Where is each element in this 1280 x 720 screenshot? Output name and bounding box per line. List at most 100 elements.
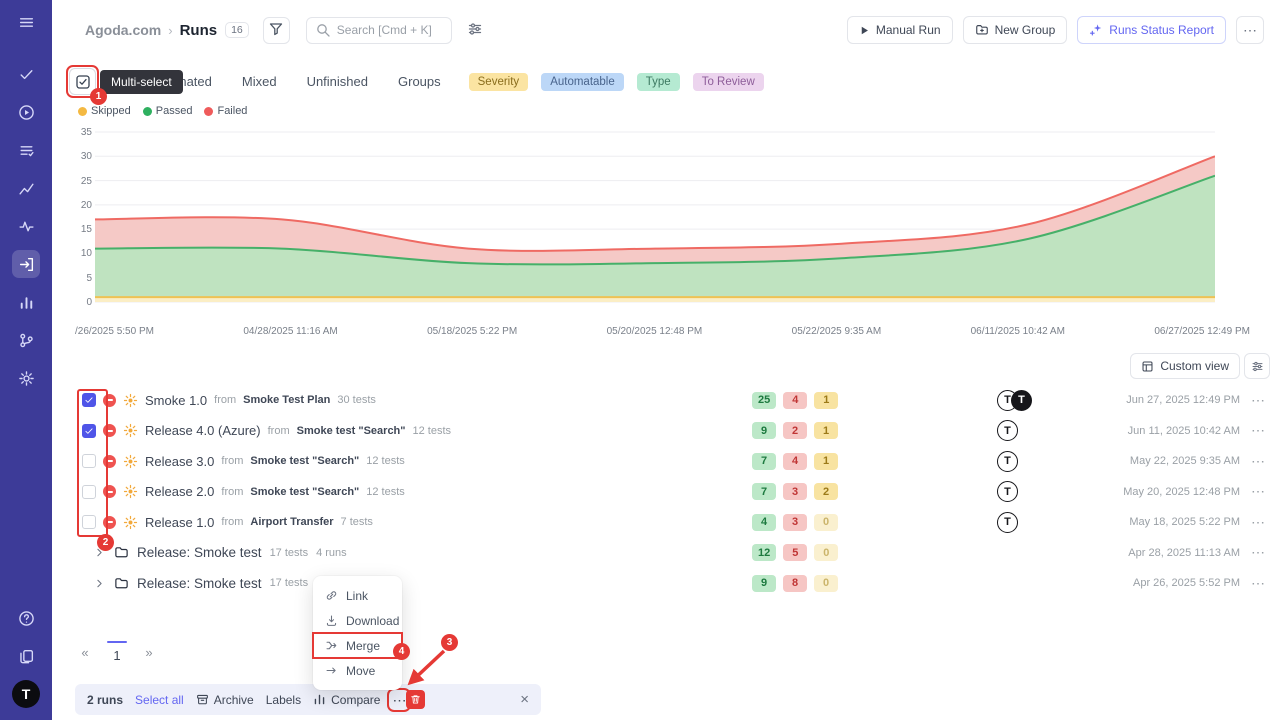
run-title[interactable]: Release 4.0 (Azure) xyxy=(145,423,261,438)
run-title[interactable]: Release 2.0 xyxy=(145,484,214,499)
pill-severity[interactable]: Severity xyxy=(469,73,529,91)
menu-item-merge[interactable]: Merge xyxy=(313,633,402,658)
failed-badge: 3 xyxy=(783,514,807,531)
archive-icon xyxy=(196,693,209,706)
sidebar-pages-icon[interactable] xyxy=(12,642,40,670)
search-box[interactable] xyxy=(306,17,452,44)
runs-status-report-button[interactable]: Runs Status Report xyxy=(1077,16,1226,44)
y-tick-label: 10 xyxy=(72,248,92,259)
run-row[interactable]: Release 3.0 from Smoke test "Search" 12 … xyxy=(75,446,1265,477)
passed-badge: 9 xyxy=(752,422,776,439)
chart-x-axis: /26/2025 5:50 PM04/28/2025 11:16 AM05/18… xyxy=(75,326,1250,337)
avatar[interactable]: T xyxy=(997,420,1018,441)
plan-name[interactable]: Smoke test "Search" xyxy=(250,455,359,467)
row-more-button[interactable]: ⋯ xyxy=(1251,514,1265,531)
sidebar-bar-chart-icon[interactable] xyxy=(12,288,40,316)
run-row[interactable]: Smoke 1.0 from Smoke Test Plan 30 tests … xyxy=(75,385,1265,416)
avatar[interactable]: T xyxy=(997,451,1018,472)
sidebar-import-icon[interactable] xyxy=(12,250,40,278)
pagination-page-1[interactable]: 1 xyxy=(105,641,129,663)
run-row[interactable]: Release 2.0 from Smoke test "Search" 12 … xyxy=(75,477,1265,508)
group-row[interactable]: Release: Smoke test 17 tests 4 runs 12 5… xyxy=(75,538,1265,569)
row-more-button[interactable]: ⋯ xyxy=(1251,453,1265,470)
menu-item-download[interactable]: Download xyxy=(313,608,402,633)
multi-select-tooltip: Multi-select xyxy=(100,70,183,94)
run-title[interactable]: Release 3.0 xyxy=(145,454,214,469)
sidebar-pulse-icon[interactable] xyxy=(12,212,40,240)
search-icon xyxy=(315,22,331,38)
row-more-button[interactable]: ⋯ xyxy=(1251,483,1265,500)
group-title[interactable]: Release: Smoke test xyxy=(137,576,262,591)
run-checkbox[interactable] xyxy=(82,424,96,438)
legend-passed[interactable]: Passed xyxy=(143,105,193,117)
pagination-next[interactable]: » xyxy=(139,645,159,660)
plan-name[interactable]: Smoke test "Search" xyxy=(297,425,406,437)
run-title[interactable]: Release 1.0 xyxy=(145,515,214,530)
legend-skipped[interactable]: Skipped xyxy=(78,105,131,117)
pill-type[interactable]: Type xyxy=(637,73,680,91)
custom-view-button[interactable]: Custom view xyxy=(1130,353,1240,379)
pill-automatable[interactable]: Automatable xyxy=(541,73,624,91)
play-icon xyxy=(859,25,870,36)
row-more-button[interactable]: ⋯ xyxy=(1251,422,1265,439)
sidebar-branch-icon[interactable] xyxy=(12,326,40,354)
tab-groups[interactable]: Groups xyxy=(398,74,441,89)
search-filter-sliders-icon[interactable] xyxy=(467,21,483,40)
new-group-button[interactable]: New Group xyxy=(963,16,1068,44)
bulk-more-button[interactable]: ⋯ xyxy=(392,693,406,707)
pagination-prev[interactable]: « xyxy=(75,645,95,660)
avatar[interactable]: T xyxy=(997,481,1018,502)
run-checkbox[interactable] xyxy=(82,454,96,468)
grid-icon xyxy=(1141,360,1154,373)
passed-badge: 25 xyxy=(752,392,776,409)
tab-mixed[interactable]: Mixed xyxy=(242,74,277,89)
run-checkbox[interactable] xyxy=(82,485,96,499)
compare-button[interactable]: Compare xyxy=(313,693,380,707)
runs-count-badge: 16 xyxy=(225,22,249,38)
sidebar-menu-icon[interactable] xyxy=(12,8,40,36)
assignee-avatars: T xyxy=(997,451,1018,472)
legend-failed[interactable]: Failed xyxy=(204,105,247,117)
run-title[interactable]: Smoke 1.0 xyxy=(145,393,207,408)
plan-name[interactable]: Smoke test "Search" xyxy=(250,486,359,498)
select-all-link[interactable]: Select all xyxy=(135,693,184,707)
search-input[interactable] xyxy=(337,23,443,37)
breadcrumb-project[interactable]: Agoda.com xyxy=(85,22,161,38)
sidebar-list-icon[interactable] xyxy=(12,136,40,164)
menu-item-link[interactable]: Link xyxy=(313,583,402,608)
avatar[interactable]: T xyxy=(1011,390,1032,411)
workspace-logo[interactable]: T xyxy=(12,680,40,708)
assignee-avatars: T xyxy=(997,512,1018,533)
tests-count: 12 tests xyxy=(366,486,405,498)
sidebar-trend-icon[interactable] xyxy=(12,174,40,202)
run-row[interactable]: Release 1.0 from Airport Transfer 7 test… xyxy=(75,507,1265,538)
avatar[interactable]: T xyxy=(997,512,1018,533)
manual-run-button[interactable]: Manual Run xyxy=(847,16,953,44)
header-more-button[interactable]: ⋯ xyxy=(1236,16,1264,44)
sidebar-check-icon[interactable] xyxy=(12,60,40,88)
pill-to-review[interactable]: To Review xyxy=(693,73,764,91)
sidebar-help-icon[interactable] xyxy=(12,604,40,632)
row-more-button[interactable]: ⋯ xyxy=(1251,544,1265,561)
run-checkbox[interactable] xyxy=(82,515,96,529)
passed-badge: 12 xyxy=(752,544,776,561)
row-more-button[interactable]: ⋯ xyxy=(1251,392,1265,409)
plan-name[interactable]: Airport Transfer xyxy=(250,516,333,528)
group-title[interactable]: Release: Smoke test xyxy=(137,545,262,560)
sidebar-play-circle-icon[interactable] xyxy=(12,98,40,126)
row-more-button[interactable]: ⋯ xyxy=(1251,575,1265,592)
filter-button[interactable] xyxy=(263,17,290,44)
run-row[interactable]: Release 4.0 (Azure) from Smoke test "Sea… xyxy=(75,416,1265,447)
run-checkbox[interactable] xyxy=(82,393,96,407)
group-row[interactable]: Release: Smoke test 17 tests 7 runs 9 8 … xyxy=(75,568,1265,599)
close-action-bar-button[interactable]: × xyxy=(520,691,529,708)
archive-button[interactable]: Archive xyxy=(196,693,254,707)
menu-item-move[interactable]: Move xyxy=(313,658,402,683)
view-settings-button[interactable] xyxy=(1244,353,1270,379)
sidebar-gear-icon[interactable] xyxy=(12,364,40,392)
plan-name[interactable]: Smoke Test Plan xyxy=(243,394,330,406)
skipped-badge: 0 xyxy=(814,514,838,531)
expand-chevron-icon[interactable] xyxy=(93,577,106,590)
labels-button[interactable]: Labels xyxy=(266,693,301,707)
tab-unfinished[interactable]: Unfinished xyxy=(307,74,368,89)
